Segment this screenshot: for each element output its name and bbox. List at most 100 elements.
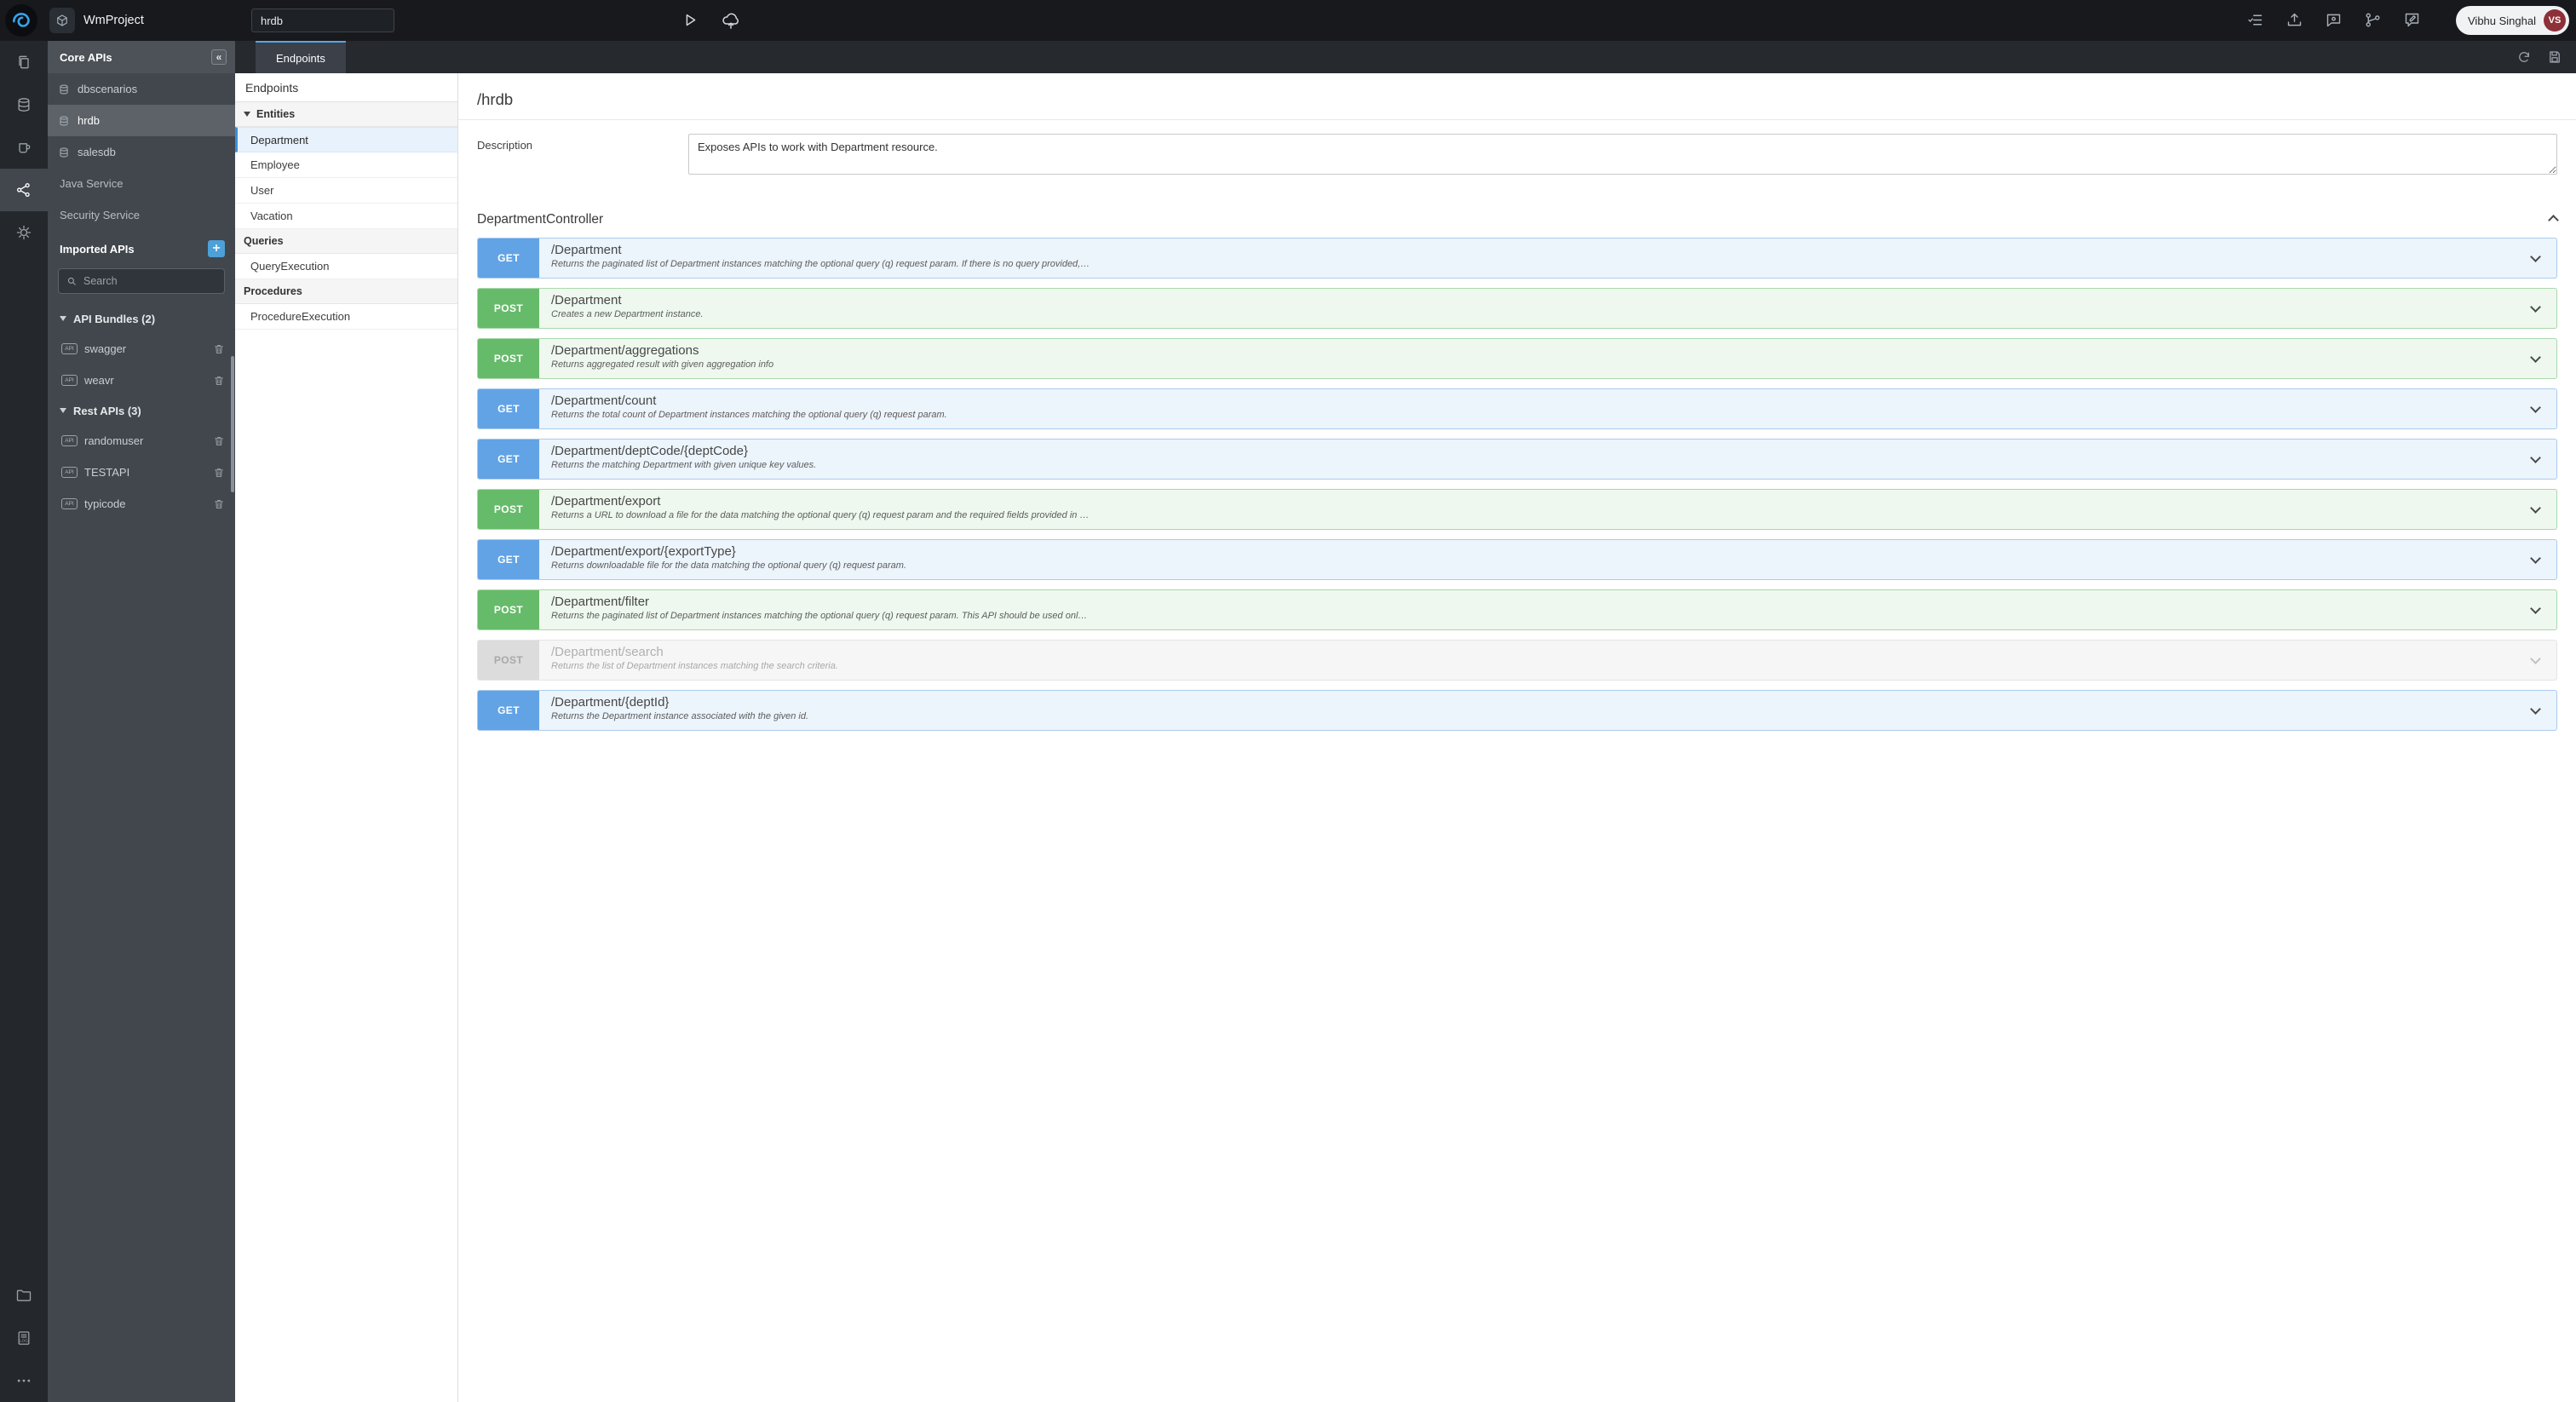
add-api-button[interactable]: + [208, 240, 225, 257]
expand-chevron-icon[interactable] [2530, 401, 2541, 413]
endpoint-row-post-filter[interactable]: POST /Department/filter Returns the pagi… [477, 589, 2557, 630]
sidebar-scrollbar[interactable] [231, 356, 234, 492]
sidebar-item-dbscenarios[interactable]: dbscenarios [48, 73, 235, 105]
delete-button[interactable] [213, 467, 225, 479]
group-rest-apis[interactable]: Rest APIs (3) [48, 396, 235, 425]
endpoint-row-get-deptcode[interactable]: GET /Department/deptCode/{deptCode} Retu… [477, 439, 2557, 480]
delete-button[interactable] [213, 375, 225, 387]
endpoint-row-get-department[interactable]: GET /Department Returns the paginated li… [477, 238, 2557, 279]
sidebar-item-hrdb[interactable]: hrdb [48, 105, 235, 136]
tree-item-department[interactable]: Department [235, 127, 457, 152]
endpoint-row-post-aggregations[interactable]: POST /Department/aggregations Returns ag… [477, 338, 2557, 379]
endpoint-row-post-export[interactable]: POST /Department/export Returns a URL to… [477, 489, 2557, 530]
endpoint-description: Returns the paginated list of Department… [551, 611, 1088, 621]
sidebar-search [58, 268, 225, 294]
delete-button[interactable] [213, 343, 225, 355]
rail-java-services-button[interactable] [0, 126, 48, 169]
expand-chevron-icon[interactable] [2530, 602, 2541, 614]
expand-chevron-icon[interactable] [2530, 552, 2541, 564]
save-button[interactable] [2547, 49, 2562, 65]
tree-item-vacation[interactable]: Vacation [235, 204, 457, 229]
deploy-button[interactable] [721, 11, 741, 32]
expand-chevron-icon[interactable] [2530, 703, 2541, 715]
run-button[interactable] [681, 11, 700, 32]
endpoint-row-post-search-disabled[interactable]: POST /Department/search Returns the list… [477, 640, 2557, 681]
collapse-sidebar-button[interactable]: « [211, 49, 227, 65]
api-item-randomuser[interactable]: API randomuser [48, 425, 235, 457]
tree-section-procedures[interactable]: Procedures [235, 279, 457, 304]
expand-chevron-icon[interactable] [2530, 301, 2541, 313]
pages-icon [19, 55, 29, 69]
endpoint-path: /Department [551, 293, 622, 307]
endpoint-row-get-count[interactable]: GET /Department/count Returns the total … [477, 388, 2557, 429]
rail-more-button[interactable] [0, 1359, 48, 1402]
endpoint-row-post-department[interactable]: POST /Department Creates a new Departmen… [477, 288, 2557, 329]
expand-chevron-icon[interactable] [2530, 502, 2541, 514]
endpoint-row-get-exporttype[interactable]: GET /Department/export/{exportType} Retu… [477, 539, 2557, 580]
sidebar-search-input[interactable] [83, 275, 216, 287]
delete-button[interactable] [213, 498, 225, 510]
api-item-weavr[interactable]: API weavr [48, 365, 235, 396]
task-list-button[interactable] [2246, 11, 2264, 29]
endpoint-path: /Department/search [551, 645, 664, 659]
expand-chevron-icon[interactable] [2530, 451, 2541, 463]
logs-icon: LOG [18, 1331, 30, 1345]
collapse-chevron-icon[interactable] [2548, 214, 2559, 226]
endpoint-path: /Department/aggregations [551, 343, 699, 358]
sidebar-item-salesdb[interactable]: salesdb [48, 136, 235, 168]
controller-header[interactable]: DepartmentController [477, 212, 2559, 227]
folder-icon [16, 1290, 32, 1301]
tab-endpoints[interactable]: Endpoints [256, 41, 346, 73]
description-input[interactable]: Exposes APIs to work with Department res… [688, 134, 2557, 175]
branch-button[interactable] [2364, 11, 2382, 29]
api-doc-icon: API [61, 467, 78, 478]
api-item-swagger[interactable]: API swagger [48, 333, 235, 365]
trash-icon [215, 376, 223, 385]
expand-chevron-icon[interactable] [2530, 351, 2541, 363]
method-badge: GET [478, 691, 539, 730]
endpoint-description: Creates a new Department instance. [551, 309, 704, 319]
database-icon [58, 83, 70, 95]
tree-item-queryexecution[interactable]: QueryExecution [235, 254, 457, 279]
endpoint-path: /Department/export [551, 494, 661, 509]
api-item-typicode[interactable]: API typicode [48, 488, 235, 520]
expand-chevron-icon[interactable] [2530, 652, 2541, 664]
tree-item-user[interactable]: User [235, 178, 457, 204]
tree-item-employee[interactable]: Employee [235, 152, 457, 178]
app-logo[interactable] [5, 4, 37, 37]
endpoint-path: /Department/filter [551, 595, 650, 609]
topbar: WmProject hrdb Vibhu Singhal VS [0, 0, 2576, 41]
chat-button[interactable] [2325, 11, 2343, 29]
refresh-button[interactable] [2516, 49, 2532, 65]
sidebar-item-security-service[interactable]: Security Service [48, 199, 235, 231]
top-search-input[interactable] [251, 9, 394, 32]
rail-settings-button[interactable] [0, 211, 48, 254]
topbar-tools [2246, 11, 2421, 29]
page-title: /hrdb [477, 90, 514, 108]
api-item-testapi[interactable]: API TESTAPI [48, 457, 235, 488]
tree-section-queries[interactable]: Queries [235, 229, 457, 254]
expand-chevron-icon[interactable] [2530, 250, 2541, 262]
user-menu[interactable]: Vibhu Singhal VS [2456, 6, 2569, 35]
rail-logs-button[interactable]: LOG [0, 1317, 48, 1359]
endpoint-description: Returns downloadable file for the data m… [551, 560, 907, 571]
export-button[interactable] [2286, 11, 2303, 29]
delete-button[interactable] [213, 435, 225, 447]
rail-pages-button[interactable] [0, 41, 48, 83]
rail-apis-button[interactable] [0, 169, 48, 211]
endpoint-description: Returns the Department instance associat… [551, 711, 809, 721]
endpoint-list: GET /Department Returns the paginated li… [477, 238, 2557, 731]
sidebar-item-java-service[interactable]: Java Service [48, 168, 235, 199]
run-actions [681, 11, 741, 32]
rail-files-button[interactable] [0, 1274, 48, 1317]
feedback-button[interactable] [2403, 11, 2421, 29]
tree-item-procedureexecution[interactable]: ProcedureExecution [235, 304, 457, 330]
tab-strip-actions [2516, 49, 2576, 65]
rail-databases-button[interactable] [0, 83, 48, 126]
endpoint-path: /Department/deptCode/{deptCode} [551, 444, 748, 458]
cloud-upload-icon [722, 13, 739, 29]
endpoint-row-get-deptid[interactable]: GET /Department/{deptId} Returns the Dep… [477, 690, 2557, 731]
tree-section-entities[interactable]: Entities [235, 102, 457, 127]
project-icon[interactable] [49, 8, 75, 33]
group-api-bundles[interactable]: API Bundles (2) [48, 304, 235, 333]
